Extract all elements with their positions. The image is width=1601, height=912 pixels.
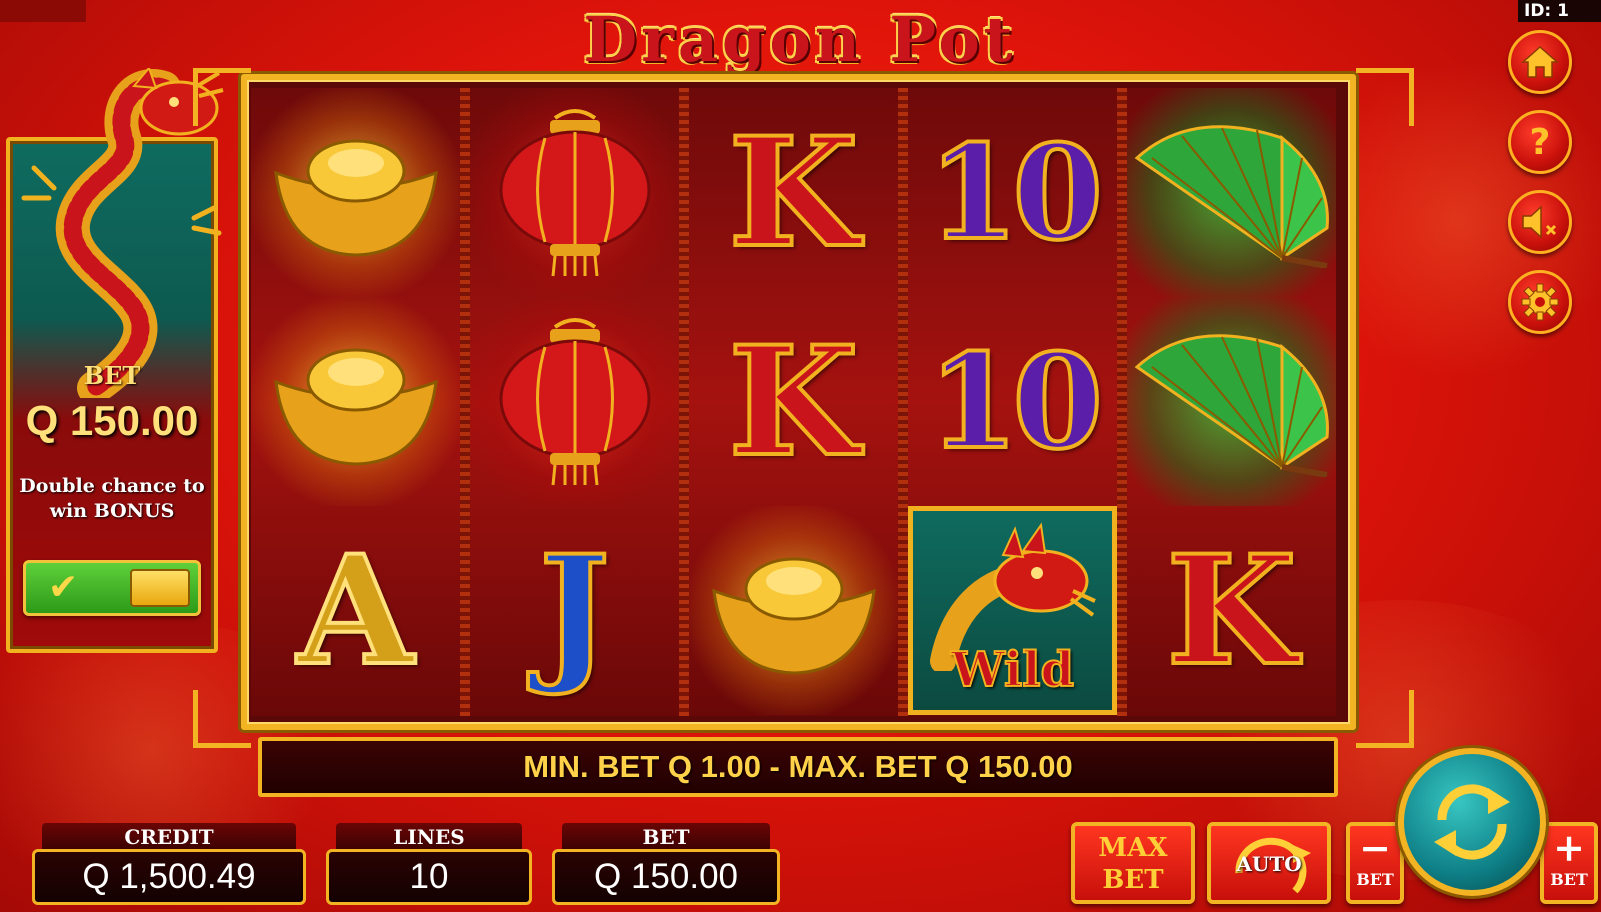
letter-a-symbol: A [251, 506, 460, 715]
home-icon [1521, 45, 1559, 78]
letter-j-symbol: J [470, 506, 679, 715]
fan-symbol [1127, 88, 1336, 297]
reel-separator [679, 88, 689, 716]
bet-meter: BET Q 150.00 [552, 823, 780, 907]
bonus-bet-label: BET [83, 361, 141, 390]
checkmark-icon: ✔ [48, 567, 79, 608]
settings-button[interactable] [1508, 270, 1572, 334]
game-logo: Dragon Pot [583, 2, 1017, 76]
increase-bet-button[interactable]: + BET [1540, 822, 1598, 904]
session-id: ID: 1 [1518, 0, 1601, 22]
spin-icon [1434, 784, 1510, 860]
letter-k-symbol: K [1127, 506, 1336, 715]
lantern-symbol [470, 88, 679, 297]
frame-ornament [1356, 690, 1414, 748]
autoplay-button[interactable]: AUTO [1207, 822, 1331, 904]
fan-symbol [1127, 297, 1336, 506]
toggle-knob [130, 569, 190, 607]
frame-ornament [1356, 68, 1414, 126]
lantern-symbol [470, 297, 679, 506]
lines-value: 10 [326, 849, 532, 905]
reels-frame: A J K K 10 10 Wild K [241, 74, 1356, 730]
number-10: 10 [926, 324, 1105, 478]
bet-value: Q 150.00 [552, 849, 780, 905]
number-10: 10 [926, 115, 1105, 269]
plus-icon: + [1553, 825, 1585, 870]
frame-ornament [193, 68, 251, 126]
fan-icon [1134, 124, 1329, 268]
gold-ingot-symbol [689, 506, 898, 715]
home-button[interactable] [1508, 30, 1572, 94]
gold-ingot-icon [273, 139, 438, 257]
lantern-icon [499, 108, 650, 276]
reel-separator [898, 88, 908, 716]
spin-button[interactable] [1398, 748, 1546, 896]
lantern-icon [499, 317, 650, 485]
letter-k-symbol: K [689, 297, 898, 506]
lines-meter: LINES 10 [326, 823, 532, 907]
credit-value: Q 1,500.49 [32, 849, 306, 905]
max-bet-label: MAX BET [1098, 833, 1168, 895]
gold-ingot-icon [711, 557, 876, 675]
letter-k: K [726, 313, 860, 490]
max-bet-button[interactable]: MAX BET [1071, 822, 1195, 904]
decrease-bet-button[interactable]: − BET [1346, 822, 1404, 904]
reel-5: K [1127, 88, 1336, 716]
double-chance-toggle[interactable]: ✔ [23, 560, 201, 616]
letter-k: K [1164, 522, 1298, 699]
reel-separator [1117, 88, 1127, 716]
bet-label: BET [562, 823, 770, 851]
corner-decoration [0, 0, 86, 22]
reel-separator [460, 88, 470, 716]
gear-icon [1521, 283, 1559, 321]
reel-2: J [470, 88, 679, 716]
gold-ingot-symbol [251, 297, 460, 506]
increase-bet-label: BET [1550, 870, 1588, 889]
letter-k: K [726, 104, 860, 281]
bonus-description: Double chance to win BONUS [19, 475, 205, 522]
letter-k-symbol: K [689, 88, 898, 297]
wild-label: Wild [950, 641, 1075, 699]
autoplay-label: AUTO [1236, 852, 1302, 876]
number-10-symbol: 10 [908, 297, 1117, 506]
gold-ingot-symbol [251, 88, 460, 297]
credit-label: CREDIT [42, 823, 296, 851]
gold-ingot-icon [273, 348, 438, 466]
number-10-symbol: 10 [908, 88, 1117, 297]
wild-symbol: Wild [908, 506, 1117, 715]
bonus-bet-value: Q 150.00 [25, 397, 199, 444]
bet-limits-message: MIN. BET Q 1.00 - MAX. BET Q 150.00 [258, 737, 1338, 797]
minus-icon: − [1359, 825, 1391, 870]
reel-4: 10 10 Wild [908, 88, 1117, 716]
sound-button[interactable] [1508, 190, 1572, 254]
sound-muted-icon [1522, 205, 1557, 239]
credit-meter: CREDIT Q 1,500.49 [32, 823, 306, 907]
reel-3: K K [689, 88, 898, 716]
letter-a: A [295, 522, 415, 699]
lines-label: LINES [336, 823, 522, 851]
reel-1: A [251, 88, 460, 716]
fan-icon [1134, 333, 1329, 477]
help-icon: ? [1529, 121, 1551, 163]
frame-ornament [193, 690, 251, 748]
decrease-bet-label: BET [1356, 870, 1394, 889]
help-button[interactable]: ? [1508, 110, 1572, 174]
letter-j: J [537, 522, 612, 699]
